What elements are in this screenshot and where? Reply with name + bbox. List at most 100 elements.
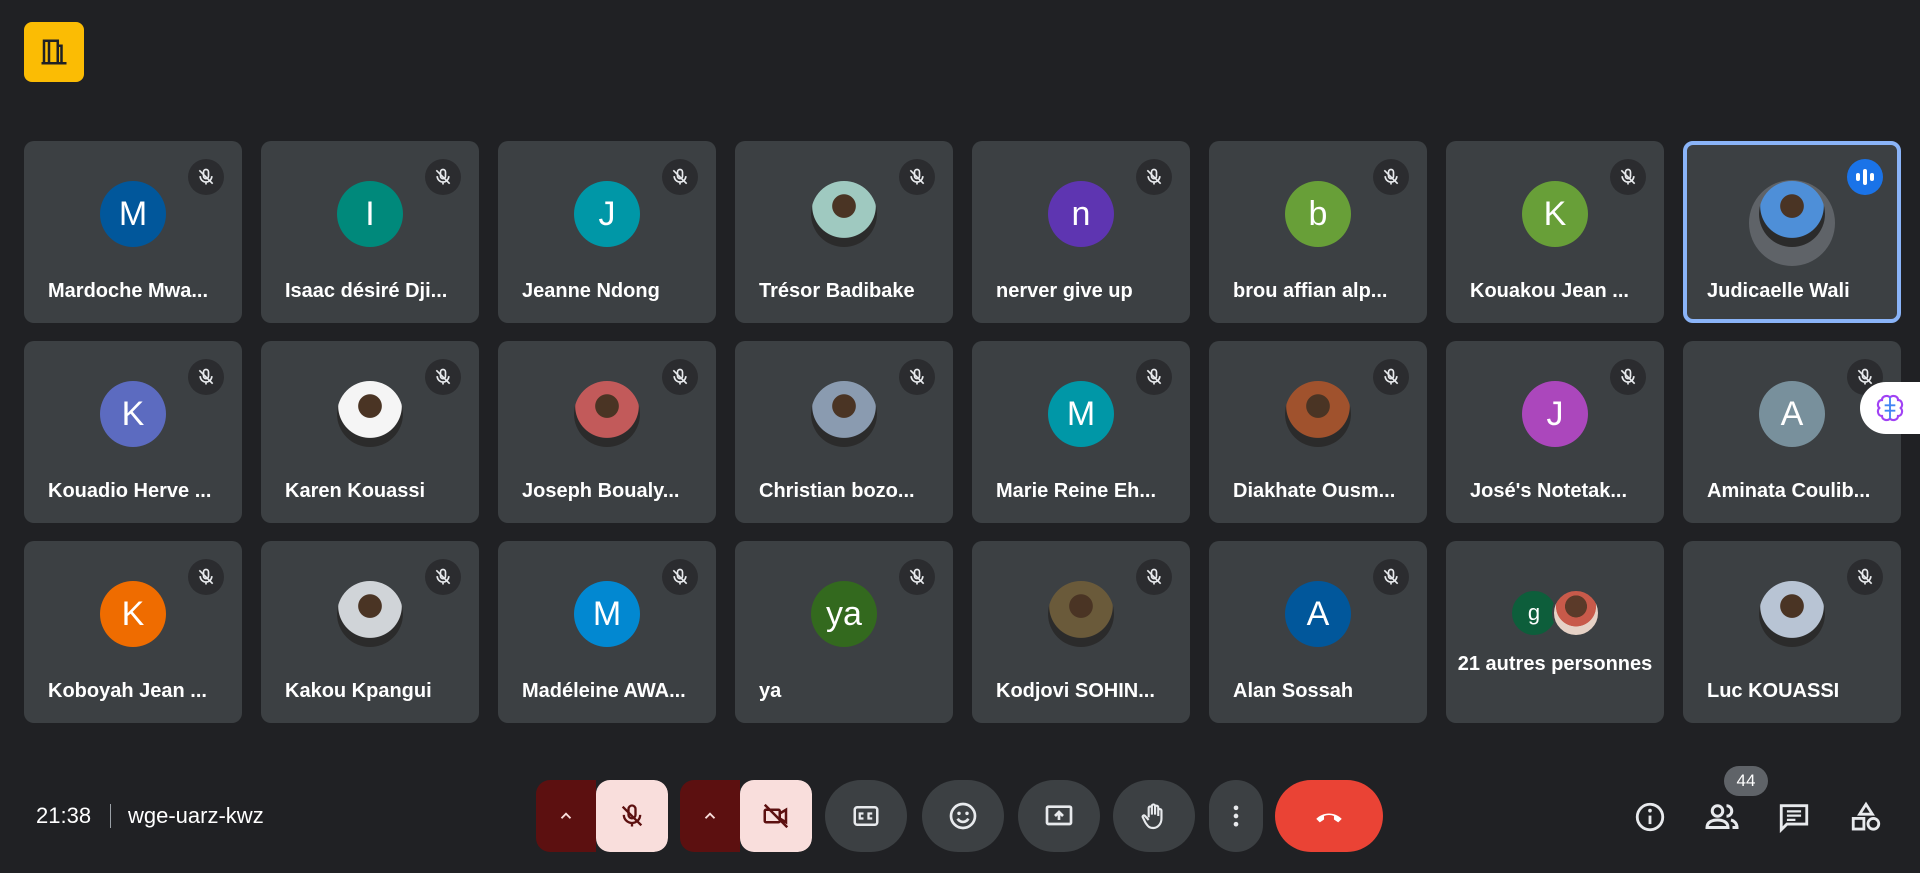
info-icon xyxy=(1635,802,1665,832)
mic-off-icon xyxy=(909,368,925,385)
participant-name: Kouakou Jean ... xyxy=(1470,280,1629,302)
people-icon xyxy=(1705,804,1739,829)
muted-indicator xyxy=(188,159,224,195)
mic-off-icon xyxy=(1857,368,1873,385)
participant-tile[interactable]: M Madéleine AWA... xyxy=(498,541,716,723)
muted-indicator xyxy=(425,359,461,395)
participant-tile[interactable]: M Marie Reine Eh... xyxy=(972,341,1190,523)
brain-icon xyxy=(1876,394,1904,422)
exit-logo-button[interactable] xyxy=(24,22,84,82)
participant-tile[interactable]: Kodjovi SOHIN... xyxy=(972,541,1190,723)
participant-tile[interactable]: Christian bozo... xyxy=(735,341,953,523)
participant-tile[interactable]: J Jeanne Ndong xyxy=(498,141,716,323)
mic-off-icon xyxy=(1383,568,1399,585)
avatar xyxy=(1552,589,1600,637)
mic-off-icon xyxy=(1146,368,1162,385)
participant-name: Madéleine AWA... xyxy=(522,680,686,702)
muted-indicator xyxy=(1136,159,1172,195)
participant-name: Karen Kouassi xyxy=(285,480,426,502)
emoji-icon xyxy=(949,802,977,830)
muted-indicator xyxy=(1136,559,1172,595)
avatar: g xyxy=(1510,589,1558,637)
mic-off-icon xyxy=(1146,568,1162,585)
avatar: A xyxy=(1285,581,1351,647)
chat-icon xyxy=(1779,804,1809,834)
avatar: J xyxy=(574,181,640,247)
participant-name: ya xyxy=(759,680,782,702)
participant-tile[interactable]: Karen Kouassi xyxy=(261,341,479,523)
muted-indicator xyxy=(425,159,461,195)
gemini-side-button[interactable] xyxy=(1860,382,1920,434)
participant-name: Mardoche Mwa... xyxy=(48,280,209,302)
participant-tile[interactable]: Kakou Kpangui xyxy=(261,541,479,723)
speaking-indicator xyxy=(1847,159,1883,195)
participant-tile[interactable]: K Koboyah Jean ... xyxy=(24,541,242,723)
participant-tile[interactable]: g 21 autres personnes xyxy=(1446,541,1664,723)
camera-options-button[interactable] xyxy=(680,780,740,852)
mic-off-icon xyxy=(672,368,688,385)
mic-off-icon xyxy=(621,804,643,827)
participant-name: Joseph Boualy... xyxy=(522,480,680,502)
mic-off-icon xyxy=(1383,368,1399,385)
door-exit-icon xyxy=(41,39,67,65)
raise-hand-button[interactable] xyxy=(1113,780,1195,852)
meeting-info-button[interactable] xyxy=(1630,797,1670,837)
avatar: A xyxy=(1759,381,1825,447)
muted-indicator xyxy=(1373,359,1409,395)
activities-button[interactable] xyxy=(1846,797,1886,837)
participant-tile[interactable]: Judicaelle Wali xyxy=(1683,141,1901,323)
participant-tile[interactable]: M Mardoche Mwa... xyxy=(24,141,242,323)
participant-tile[interactable]: Trésor Badibake xyxy=(735,141,953,323)
avatar xyxy=(1759,181,1825,247)
present-screen-icon xyxy=(1045,805,1073,826)
participant-grid: M Mardoche Mwa... I Isaac désiré Dji... J Jea… xyxy=(24,141,1901,723)
participant-name: Diakhate Ousm... xyxy=(1233,480,1396,502)
leave-call-button[interactable] xyxy=(1275,780,1383,852)
activities-icon xyxy=(1851,801,1881,831)
participant-tile[interactable]: ya ya xyxy=(735,541,953,723)
mic-options-button[interactable] xyxy=(536,780,596,852)
chevron-up-icon xyxy=(704,812,716,819)
muted-indicator xyxy=(1373,559,1409,595)
participant-tile[interactable]: n nerver give up xyxy=(972,141,1190,323)
others-avatars: g xyxy=(1510,589,1600,637)
participant-tile[interactable]: b brou affian alp... xyxy=(1209,141,1427,323)
captions-button[interactable] xyxy=(825,780,907,852)
muted-indicator xyxy=(662,559,698,595)
participant-tile[interactable]: Diakhate Ousm... xyxy=(1209,341,1427,523)
present-button[interactable] xyxy=(1018,780,1100,852)
muted-indicator xyxy=(1847,559,1883,595)
participant-tile[interactable]: I Isaac désiré Dji... xyxy=(261,141,479,323)
participant-tile[interactable]: J José's Notetak... xyxy=(1446,341,1664,523)
avatar xyxy=(337,581,403,647)
avatar: b xyxy=(1285,181,1351,247)
muted-indicator xyxy=(1136,359,1172,395)
avatar xyxy=(1048,581,1114,647)
participant-tile[interactable]: A Alan Sossah xyxy=(1209,541,1427,723)
closed-captions-icon xyxy=(853,806,879,826)
mic-off-icon xyxy=(198,168,214,185)
people-button[interactable] xyxy=(1702,797,1742,837)
others-count-label: 21 autres personnes xyxy=(1457,653,1653,675)
muted-indicator xyxy=(899,359,935,395)
meeting-code: wge-uarz-kwz xyxy=(128,803,264,828)
participant-name: Jeanne Ndong xyxy=(522,280,660,302)
mic-toggle-button[interactable] xyxy=(596,780,668,852)
participant-tile[interactable]: A Aminata Coulib... xyxy=(1683,341,1901,523)
participant-tile[interactable]: Luc KOUASSI xyxy=(1683,541,1901,723)
mic-off-icon xyxy=(435,168,451,185)
participant-tile[interactable]: K Kouadio Herve ... xyxy=(24,341,242,523)
participant-tile[interactable]: K Kouakou Jean ... xyxy=(1446,141,1664,323)
camera-control xyxy=(680,780,812,852)
raise-hand-icon xyxy=(1141,803,1163,830)
avatar xyxy=(574,381,640,447)
camera-toggle-button[interactable] xyxy=(740,780,812,852)
emoji-button[interactable] xyxy=(922,780,1004,852)
divider xyxy=(110,804,111,828)
more-options-button[interactable] xyxy=(1209,780,1263,852)
participant-count-badge: 44 xyxy=(1724,766,1768,796)
participant-name: Alan Sossah xyxy=(1233,680,1354,702)
mic-off-icon xyxy=(909,568,925,585)
chat-button[interactable] xyxy=(1774,797,1814,837)
participant-tile[interactable]: Joseph Boualy... xyxy=(498,341,716,523)
